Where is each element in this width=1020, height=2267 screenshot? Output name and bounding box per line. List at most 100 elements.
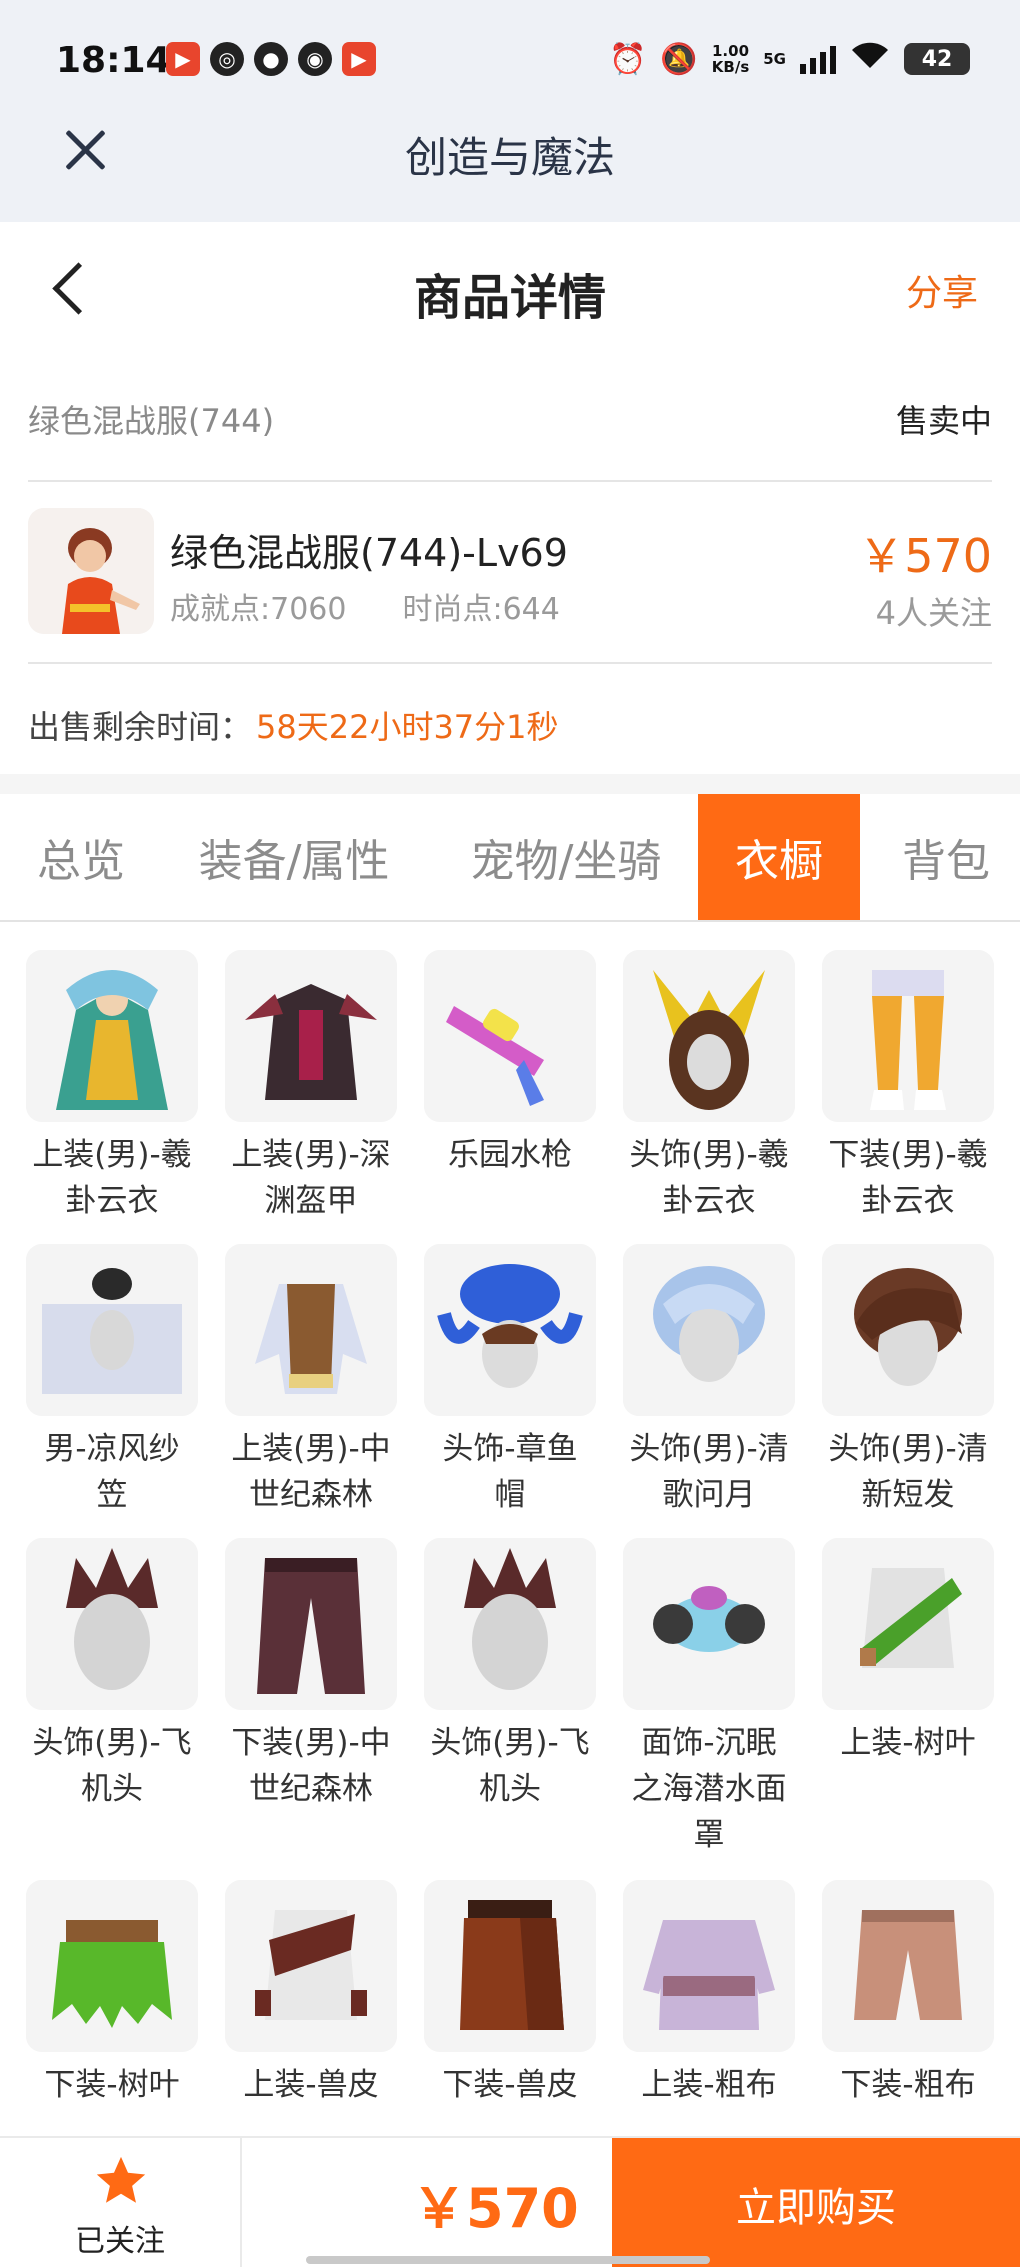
wardrobe-item[interactable]: 上装(男)-羲 卦云衣 <box>26 950 198 1224</box>
wardrobe-item-label: 头饰(男)-飞 机头 <box>430 1725 590 1807</box>
wardrobe-item-label: 上装(男)-深 渊盔甲 <box>231 1137 391 1219</box>
pants-image <box>822 950 994 1122</box>
wardrobe-item[interactable]: 男-凉风纱笠 <box>26 1244 198 1518</box>
wardrobe-item-label: 上装-树叶 <box>840 1725 976 1761</box>
detail-tabs: 总览 装备/属性 宠物/坐骑 衣橱 背包 <box>0 794 1020 922</box>
wardrobe-item-label: 下装-粗布 <box>840 2067 976 2103</box>
product-meta: 成就点:7060 时尚点:644 <box>170 584 560 628</box>
wardrobe-item[interactable]: 头饰(男)-飞 机头 <box>424 1538 596 1812</box>
share-button[interactable]: 分享 <box>906 264 978 316</box>
wardrobe-item-label: 下装-树叶 <box>44 2067 180 2103</box>
remaining-time-value: 58天22小时37分1秒 <box>256 708 559 746</box>
wardrobe-item[interactable]: 头饰(男)-飞 机头 <box>26 1538 198 1812</box>
wardrobe-item-label: 头饰-章鱼帽 <box>442 1431 578 1513</box>
hair-image <box>822 1244 994 1416</box>
tab-overview[interactable]: 总览 <box>0 794 162 920</box>
wardrobe-item-label: 头饰(男)-清 歌问月 <box>629 1431 789 1513</box>
ting-app-icon: ▶ <box>166 42 200 76</box>
hat-image <box>26 1244 198 1416</box>
item-name: 绿色混战服(744) <box>28 402 275 440</box>
wardrobe-item-label: 乐园水枪 <box>448 1137 572 1173</box>
wardrobe-item-label: 上装-粗布 <box>641 2067 777 2103</box>
wardrobe-item-label: 上装-兽皮 <box>243 2067 379 2103</box>
app-top-shell: 18:14 ▶ ◎ ● ◉ ▶ ⏰ 🔕 1.00 KB/s 5G 42 创造与魔… <box>0 0 1020 222</box>
wardrobe-item[interactable]: 下装-粗布 <box>822 1880 994 2108</box>
water-gun-image <box>424 950 596 1122</box>
wardrobe-item[interactable]: 头饰-章鱼帽 <box>424 1244 596 1518</box>
wardrobe-item-label: 下装(男)-中 世纪森林 <box>231 1725 391 1807</box>
network-type: 5G <box>763 50 786 68</box>
wardrobe-item-label: 头饰(男)-清 新短发 <box>828 1431 988 1513</box>
product-price: ￥570 <box>858 529 992 583</box>
notification-icons: ▶ ◎ ● ◉ ▶ <box>166 42 376 76</box>
wardrobe-item[interactable]: 上装(男)-中 世纪森林 <box>225 1244 397 1518</box>
product-section: 绿色混战服(744) 售卖中 绿色混战服(744)-Lv69 成就点:7060 … <box>28 352 992 774</box>
cloth-shorts-image <box>822 1880 994 2052</box>
wardrobe-item-label: 面饰-沉眠 之海潜水面罩 <box>631 1725 787 1853</box>
page-header: 商品详情 分享 <box>0 222 1020 352</box>
wardrobe-item-label: 上装(男)-羲 卦云衣 <box>32 1137 192 1219</box>
follow-button[interactable]: 已关注 <box>0 2138 242 2267</box>
tab-equipment[interactable]: 装备/属性 <box>172 794 416 920</box>
wardrobe-item[interactable]: 上装-兽皮 <box>225 1880 397 2108</box>
page-title: 商品详情 <box>413 270 606 326</box>
wardrobe-item[interactable]: 下装-兽皮 <box>424 1880 596 2108</box>
messenger-icon: ◉ <box>298 42 332 76</box>
signal-icon <box>800 44 836 74</box>
wardrobe-item-label: 男-凉风纱笠 <box>44 1431 180 1513</box>
character-thumbnail <box>28 508 154 634</box>
cloth-top-image <box>623 1880 795 2052</box>
wardrobe-item[interactable]: 上装(男)-深 渊盔甲 <box>225 950 397 1224</box>
section-divider <box>0 774 1020 794</box>
wardrobe-item[interactable]: 头饰(男)-羲 卦云衣 <box>623 950 795 1224</box>
product-title: 绿色混战服(744)-Lv69 <box>170 531 568 575</box>
app-title: 创造与魔法 <box>404 133 615 182</box>
wardrobe-item[interactable]: 下装(男)-中 世纪森林 <box>225 1538 397 1812</box>
tab-wardrobe[interactable]: 衣橱 <box>698 794 860 920</box>
tab-pets[interactable]: 宠物/坐骑 <box>444 794 688 920</box>
bottom-price: ￥570 <box>412 2177 579 2240</box>
status-right: ⏰ 🔕 1.00 KB/s 5G 42 <box>609 40 970 78</box>
follower-count: 4人关注 <box>875 594 992 632</box>
status-bar: 18:14 ▶ ◎ ● ◉ ▶ ⏰ 🔕 1.00 KB/s 5G 42 <box>0 28 1020 98</box>
star-icon <box>96 2156 146 2203</box>
leaf-top-image <box>822 1538 994 1710</box>
achievement-points: 成就点:7060 <box>170 592 347 627</box>
follow-label: 已关注 <box>75 2224 165 2259</box>
wardrobe-item-label: 头饰(男)-羲 卦云衣 <box>629 1137 789 1219</box>
outfit-image <box>26 950 198 1122</box>
wardrobe-item-label: 下装-兽皮 <box>442 2067 578 2103</box>
status-time: 18:14 <box>56 40 171 81</box>
app-bar: 创造与魔法 <box>0 108 1020 208</box>
hair-image <box>424 1538 596 1710</box>
sale-status: 售卖中 <box>895 402 992 440</box>
buy-now-button[interactable]: 立即购买 <box>612 2138 1020 2267</box>
product-row[interactable]: 绿色混战服(744)-Lv69 成就点:7060 时尚点:644 ￥570 4人… <box>28 482 992 664</box>
wardrobe-item[interactable]: 下装-树叶 <box>26 1880 198 2108</box>
diving-mask-image <box>623 1538 795 1710</box>
outfit-image <box>225 950 397 1122</box>
fashion-points: 时尚点:644 <box>402 592 560 627</box>
fur-skirt-image <box>424 1880 596 2052</box>
tab-backpack[interactable]: 背包 <box>872 794 1020 920</box>
wechat-icon: ● <box>254 42 288 76</box>
ting-app-icon: ▶ <box>342 42 376 76</box>
wardrobe-item[interactable]: 面饰-沉眠 之海潜水面罩 <box>623 1538 795 1858</box>
pants-image <box>225 1538 397 1710</box>
outfit-image <box>225 1244 397 1416</box>
wardrobe-item[interactable]: 上装-粗布 <box>623 1880 795 2108</box>
wardrobe-item[interactable]: 上装-树叶 <box>822 1538 994 1766</box>
wardrobe-item[interactable]: 头饰(男)-清 歌问月 <box>623 1244 795 1518</box>
weibo-icon: ◎ <box>210 42 244 76</box>
remaining-time-label: 出售剩余时间： <box>28 708 253 746</box>
wardrobe-item[interactable]: 头饰(男)-清 新短发 <box>822 1244 994 1518</box>
item-name-row: 绿色混战服(744) 售卖中 <box>28 352 992 482</box>
alarm-icon: ⏰ <box>609 41 647 77</box>
wardrobe-item[interactable]: 乐园水枪 <box>424 950 596 1178</box>
network-speed: 1.00 KB/s <box>711 42 750 76</box>
hair-image <box>26 1538 198 1710</box>
wardrobe-item-label: 头饰(男)-飞 机头 <box>32 1725 192 1807</box>
remaining-time-row: 出售剩余时间： 58天22小时37分1秒 <box>28 664 992 774</box>
wardrobe-item[interactable]: 下装(男)-羲 卦云衣 <box>822 950 994 1224</box>
octopus-hat-image <box>424 1244 596 1416</box>
